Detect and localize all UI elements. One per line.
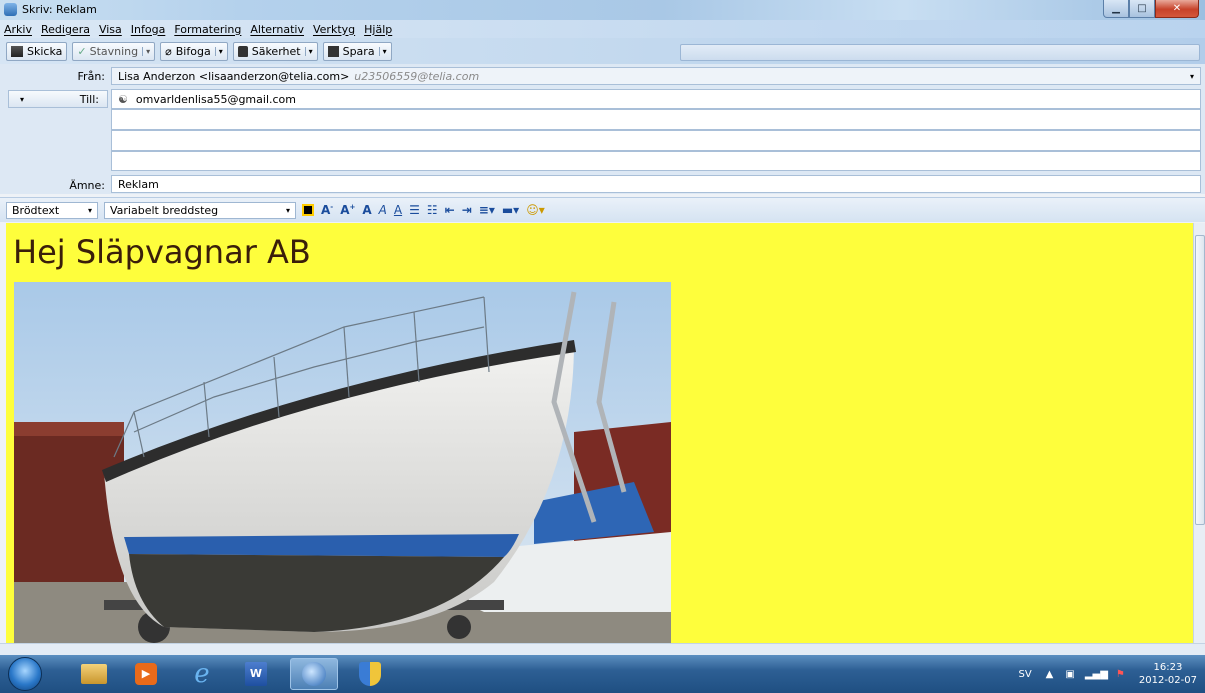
- spelling-button[interactable]: ✓ Stavning ▾: [72, 41, 156, 61]
- lock-icon: [237, 45, 248, 57]
- internet-explorer-icon[interactable]: e: [178, 658, 226, 690]
- network-icon[interactable]: ▂▄▆: [1085, 669, 1108, 680]
- action-center-icon[interactable]: ⚑: [1116, 669, 1125, 680]
- chevron-down-icon: ▾: [1189, 71, 1194, 81]
- floppy-disk-icon: [327, 45, 339, 57]
- scrollbar-thumb[interactable]: [1195, 235, 1205, 525]
- taskbar: ▶ e W SV ▲ ▣ ▂▄▆ ⚑ 16:23 2012-02-07: [0, 655, 1205, 693]
- menu-formatering[interactable]: Formatering: [174, 23, 241, 36]
- menu-verktyg[interactable]: Verktyg: [313, 23, 355, 36]
- device-icon[interactable]: ▣: [1065, 669, 1074, 680]
- checkmark-icon: ✓: [77, 44, 87, 58]
- chevron-down-icon: ▾: [285, 205, 290, 215]
- subject-field[interactable]: Reklam: [111, 175, 1201, 193]
- minimize-button[interactable]: ▁: [1103, 0, 1129, 18]
- address-header: Från: Lisa Anderzon <lisaanderzon@telia.…: [0, 64, 1205, 194]
- to-field-empty-3[interactable]: [111, 151, 1201, 171]
- title-bar: Skriv: Reklam ▁ □ ✕: [0, 0, 1205, 20]
- clock-date: 2012-02-07: [1138, 675, 1197, 686]
- to-field[interactable]: ☯ omvarldenlisa55@gmail.com: [111, 89, 1201, 109]
- clock[interactable]: 16:23 2012-02-07: [1139, 661, 1197, 687]
- security-center-icon[interactable]: [346, 658, 394, 690]
- menu-alternativ[interactable]: Alternativ: [250, 23, 304, 36]
- larger-font-icon[interactable]: A+: [340, 203, 355, 217]
- menu-hjalp[interactable]: Hjälp: [364, 23, 392, 36]
- menu-infoga[interactable]: Infoga: [131, 23, 166, 36]
- from-label: Från:: [77, 70, 105, 83]
- outdent-icon[interactable]: ⇤: [445, 203, 455, 217]
- thunderbird-app-icon: [4, 3, 17, 16]
- paperclip-icon: ⌀: [165, 44, 172, 58]
- save-button[interactable]: Spara ▾: [322, 41, 392, 61]
- subject-value: Reklam: [118, 177, 159, 191]
- contact-icon: ☯: [118, 92, 128, 106]
- chevron-down-icon: ▾: [87, 205, 92, 215]
- system-tray: SV ▲ ▣ ▂▄▆ ⚑ 16:23 2012-02-07: [1018, 655, 1197, 693]
- subject-label: Ämne:: [69, 179, 105, 192]
- smiley-icon[interactable]: ☺▾: [526, 203, 545, 217]
- start-button[interactable]: [8, 657, 42, 691]
- to-field-empty-2[interactable]: [111, 130, 1201, 151]
- text-color-icon[interactable]: [302, 204, 314, 216]
- chevron-down-icon: ▾: [20, 94, 25, 104]
- chevron-down-icon[interactable]: ▾: [304, 46, 313, 56]
- paragraph-style-select[interactable]: Brödtext ▾: [6, 201, 98, 219]
- numbered-list-icon[interactable]: ☷: [427, 203, 438, 217]
- insert-icon[interactable]: ▬▾: [502, 203, 519, 217]
- clock-time: 16:23: [1153, 662, 1183, 673]
- menu-bar: Arkiv Redigera Visa Infoga Formatering A…: [0, 20, 1205, 38]
- from-account: u23506559@telia.com: [354, 69, 480, 83]
- word-icon[interactable]: W: [232, 658, 280, 690]
- sailboat-photo: [14, 282, 671, 643]
- attach-button[interactable]: ⌀ Bifoga ▾: [160, 41, 228, 61]
- chevron-down-icon[interactable]: ▾: [378, 46, 387, 56]
- menu-visa[interactable]: Visa: [99, 23, 122, 36]
- send-button[interactable]: Skicka: [6, 41, 68, 61]
- send-icon: [11, 45, 23, 57]
- thunderbird-icon[interactable]: [290, 658, 338, 690]
- media-player-icon[interactable]: ▶: [122, 658, 170, 690]
- to-field-empty-1[interactable]: [111, 109, 1201, 130]
- to-value: omvarldenlisa55@gmail.com: [135, 92, 296, 106]
- recipient-type-select[interactable]: ▾ Till:: [8, 90, 108, 108]
- toolbar-background-field: [680, 44, 1200, 61]
- bullet-list-icon[interactable]: ☰: [409, 203, 420, 217]
- chevron-down-icon[interactable]: ▾: [214, 46, 223, 56]
- language-indicator[interactable]: SV: [1018, 669, 1031, 680]
- explorer-icon[interactable]: [70, 658, 118, 690]
- font-select[interactable]: Variabelt breddsteg ▾: [104, 201, 296, 219]
- compose-window: Skriv: Reklam ▁ □ ✕ Arkiv Redigera Visa …: [0, 0, 1205, 655]
- security-button[interactable]: Säkerhet ▾: [232, 41, 318, 61]
- message-body[interactable]: Hej Släpvagnar AB: [6, 223, 1193, 643]
- body-scrollbar[interactable]: [1193, 223, 1205, 643]
- maximize-button[interactable]: □: [1129, 0, 1155, 18]
- close-button[interactable]: ✕: [1155, 0, 1199, 18]
- status-bar: [0, 643, 1205, 655]
- greeting-heading: Hej Släpvagnar AB: [13, 233, 311, 271]
- underline-icon[interactable]: A: [394, 203, 402, 217]
- menu-redigera[interactable]: Redigera: [41, 23, 90, 36]
- from-select[interactable]: Lisa Anderzon <lisaanderzon@telia.com> u…: [111, 67, 1201, 85]
- smaller-font-icon[interactable]: A-: [321, 203, 333, 217]
- window-title: Skriv: Reklam: [22, 3, 97, 16]
- to-label: Till:: [79, 92, 99, 106]
- format-toolbar: Brödtext ▾ Variabelt breddsteg ▾ A- A+ A…: [0, 197, 1205, 222]
- align-icon[interactable]: ≡▾: [479, 203, 495, 217]
- chevron-down-icon[interactable]: ▾: [142, 46, 150, 56]
- menu-arkiv[interactable]: Arkiv: [4, 23, 32, 36]
- italic-icon[interactable]: A: [379, 203, 387, 217]
- bold-icon[interactable]: A: [362, 203, 371, 217]
- show-hidden-icons-icon[interactable]: ▲: [1046, 669, 1054, 680]
- from-value: Lisa Anderzon <lisaanderzon@telia.com>: [118, 69, 350, 83]
- indent-icon[interactable]: ⇥: [462, 203, 472, 217]
